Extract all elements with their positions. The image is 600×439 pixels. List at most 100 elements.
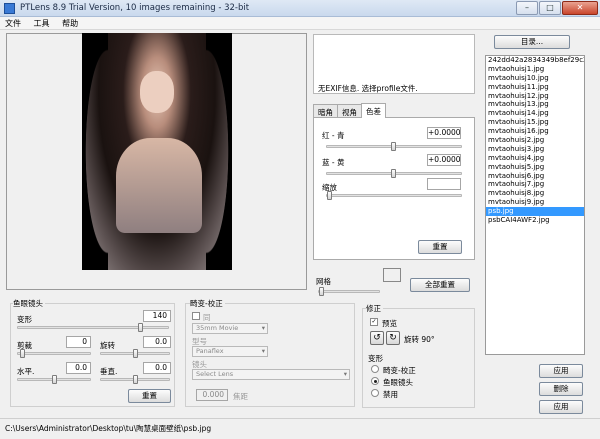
same-checkbox[interactable] bbox=[192, 312, 200, 320]
chromatic-aberration-panel: 红 - 青 +0.0000 蓝 - 黄 +0.0000 缩放 重置 bbox=[313, 117, 475, 260]
distort-value[interactable]: 140 bbox=[143, 310, 171, 322]
rotate-value[interactable]: 0.0 bbox=[143, 336, 171, 348]
grid-label: 网格 bbox=[316, 277, 331, 286]
preview-image bbox=[82, 33, 232, 270]
distort-slider[interactable] bbox=[17, 323, 169, 332]
apply-button-2[interactable]: 应用 bbox=[539, 400, 583, 414]
file-list-item[interactable]: 242dd42a2834349b8ef29c29c9ea bbox=[486, 56, 584, 65]
file-list-item[interactable]: mvtaohuisj16.jpg bbox=[486, 127, 584, 136]
exif-info-box: 无EXIF信息. 选择profile文件. bbox=[313, 34, 475, 94]
blue-yellow-value[interactable]: +0.0000 bbox=[427, 154, 461, 166]
rotate-cw-icon[interactable]: ↻ bbox=[386, 331, 400, 345]
crop-value[interactable]: 0 bbox=[66, 336, 91, 348]
lens-select[interactable]: Select Lens bbox=[192, 369, 350, 380]
menu-help[interactable]: 帮助 bbox=[57, 17, 83, 30]
preview-label: 预览 bbox=[382, 319, 397, 328]
file-list-item[interactable]: mvtaohuisj10.jpg bbox=[486, 74, 584, 83]
grid-slider[interactable] bbox=[318, 287, 380, 296]
vertical-value[interactable]: 0.0 bbox=[143, 362, 171, 374]
crop-slider-thumb[interactable] bbox=[20, 349, 25, 358]
file-list-item[interactable]: psbCAI4AWF2.jpg bbox=[486, 216, 584, 225]
rotate-slider[interactable] bbox=[100, 349, 170, 358]
distort-slider-thumb[interactable] bbox=[138, 323, 143, 332]
reset-all-button[interactable]: 全部重置 bbox=[410, 278, 470, 292]
app-icon bbox=[4, 3, 15, 14]
file-list-item[interactable]: mvtaohuisj3.jpg bbox=[486, 145, 584, 154]
horizontal-value[interactable]: 0.0 bbox=[66, 362, 91, 374]
horizontal-slider[interactable] bbox=[17, 375, 91, 384]
grid-slider-thumb[interactable] bbox=[319, 287, 324, 296]
file-list-item[interactable]: mvtaohuisj13.jpg bbox=[486, 100, 584, 109]
file-list-item[interactable]: mvtaohuisj4.jpg bbox=[486, 154, 584, 163]
shape-label: 变形 bbox=[368, 354, 383, 363]
file-list-item[interactable]: mvtaohuisj1.jpg bbox=[486, 65, 584, 74]
preview-checkbox[interactable]: ✓ bbox=[370, 318, 378, 326]
fisheye-title: 鱼眼镜头 bbox=[13, 298, 45, 309]
status-path: C:\Users\Administrator\Desktop\tu\陶慧桌面壁纸… bbox=[5, 424, 212, 433]
rotate-ccw-icon[interactable]: ↺ bbox=[370, 331, 384, 345]
red-cyan-slider[interactable] bbox=[326, 142, 462, 151]
close-icon[interactable]: ✕ bbox=[562, 1, 598, 15]
file-list-item[interactable]: mvtaohuisj14.jpg bbox=[486, 109, 584, 118]
distort-label: 变形 bbox=[17, 315, 32, 324]
blue-yellow-slider[interactable] bbox=[326, 169, 462, 178]
tab-chromatic-aberration[interactable]: 色差 bbox=[361, 103, 386, 118]
vertical-label: 垂直. bbox=[100, 367, 118, 376]
file-list-item[interactable]: mvtaohuisj8.jpg bbox=[486, 189, 584, 198]
menu-file[interactable]: 文件 bbox=[0, 17, 26, 30]
horizontal-slider-thumb[interactable] bbox=[52, 375, 57, 384]
option-distortion-label: 畸变-校正 bbox=[383, 366, 416, 375]
file-list-item[interactable]: mvtaohuisj9.jpg bbox=[486, 198, 584, 207]
red-cyan-slider-thumb[interactable] bbox=[391, 142, 396, 151]
file-list-item[interactable]: mvtaohuisj12.jpg bbox=[486, 92, 584, 101]
zoom-slider-thumb[interactable] bbox=[327, 191, 332, 200]
zoom-slider[interactable] bbox=[326, 191, 462, 200]
vertical-slider[interactable] bbox=[100, 375, 170, 384]
file-list-item[interactable]: mvtaohuisj2.jpg bbox=[486, 136, 584, 145]
zoom-value[interactable] bbox=[427, 178, 461, 190]
vertical-slider-thumb[interactable] bbox=[133, 375, 138, 384]
file-list-item[interactable]: mvtaohuisj15.jpg bbox=[486, 118, 584, 127]
file-list: 242dd42a2834349b8ef29c29c9eamvtaohuisj1.… bbox=[485, 55, 585, 355]
rotate-label: 旋转 bbox=[100, 341, 115, 350]
same-label: 同 bbox=[203, 313, 211, 322]
model-select[interactable]: Panaflex bbox=[192, 346, 268, 357]
minimize-icon[interactable]: – bbox=[516, 1, 538, 15]
rotate-90-label: 旋转 90° bbox=[404, 335, 435, 344]
file-list-item[interactable]: mvtaohuisj7.jpg bbox=[486, 180, 584, 189]
red-cyan-value[interactable]: +0.0000 bbox=[427, 127, 461, 139]
file-list-item[interactable]: psb.jpg bbox=[486, 207, 584, 217]
blue-yellow-slider-thumb[interactable] bbox=[391, 169, 396, 178]
horizontal-label: 水平. bbox=[17, 367, 35, 376]
window-title: PTLens 8.9 Trial Version, 10 images rema… bbox=[20, 3, 250, 13]
format-select[interactable]: 35mm Movie bbox=[192, 323, 268, 334]
file-list-item[interactable]: mvtaohuisj11.jpg bbox=[486, 83, 584, 92]
grid-color-swatch[interactable] bbox=[383, 268, 401, 282]
status-bar: C:\Users\Administrator\Desktop\tu\陶慧桌面壁纸… bbox=[0, 418, 600, 439]
maximize-icon[interactable]: □ bbox=[539, 1, 561, 15]
menu-bar: 文件 工具 帮助 bbox=[0, 17, 600, 30]
rotate-slider-thumb[interactable] bbox=[133, 349, 138, 358]
fisheye-reset-button[interactable]: 重置 bbox=[128, 389, 171, 403]
radio-disabled[interactable] bbox=[371, 389, 379, 397]
apply-button-1[interactable]: 应用 bbox=[539, 364, 583, 378]
file-list-item[interactable]: mvtaohuisj6.jpg bbox=[486, 172, 584, 181]
distortion-title: 畸变-校正 bbox=[190, 298, 225, 309]
focal-value[interactable]: 0.000 bbox=[196, 389, 228, 401]
chromatic-reset-button[interactable]: 重置 bbox=[418, 240, 462, 254]
correction-tabs: 暗角 视角 色差 bbox=[313, 103, 386, 118]
red-cyan-label: 红 - 青 bbox=[322, 131, 345, 140]
tab-perspective[interactable]: 视角 bbox=[337, 104, 362, 118]
crop-slider[interactable] bbox=[17, 349, 91, 358]
file-list-item[interactable]: mvtaohuisj5.jpg bbox=[486, 163, 584, 172]
radio-fisheye[interactable] bbox=[371, 377, 379, 385]
tab-vignetting[interactable]: 暗角 bbox=[313, 104, 338, 118]
radio-distortion[interactable] bbox=[371, 365, 379, 373]
photo-edge-left bbox=[82, 33, 108, 270]
correction-title: 修正 bbox=[366, 303, 383, 314]
photo-edge-right bbox=[206, 33, 232, 270]
menu-tools[interactable]: 工具 bbox=[29, 17, 55, 30]
directory-button[interactable]: 目录... bbox=[494, 35, 570, 49]
photo-face bbox=[140, 71, 174, 113]
delete-button-1[interactable]: 删除 bbox=[539, 382, 583, 396]
